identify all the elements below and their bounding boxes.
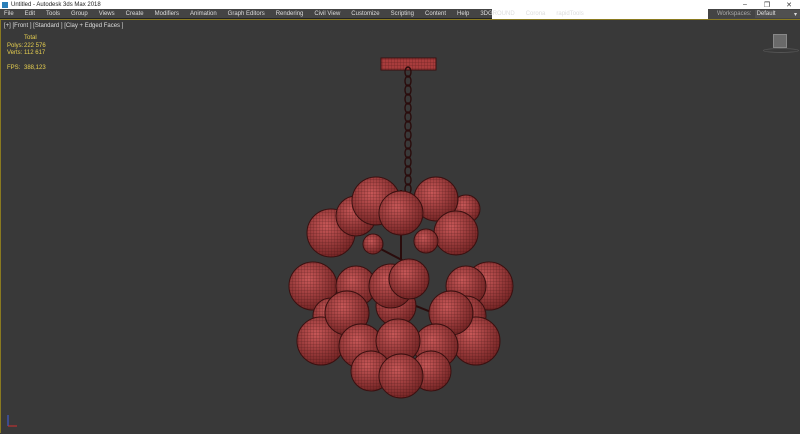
menu-3dground[interactable]: 3DGROUND [480, 11, 514, 17]
workspace-value: Default [756, 11, 776, 17]
viewport-label[interactable]: [+] [Front ] [Standard ] [Clay + Edged F… [4, 23, 123, 29]
menu-group[interactable]: Group [71, 11, 88, 17]
menu-customize[interactable]: Customize [351, 11, 379, 17]
fps-value: 388,123 [24, 64, 46, 71]
menu-edit[interactable]: Edit [25, 11, 35, 17]
workspace-selector: Workspaces: Default ▾ [708, 9, 800, 19]
viewport-stats: Total Polys: 222 576 Verts: 112 617 FPS: 38… [7, 35, 46, 72]
menu-scripting[interactable]: Scripting [391, 11, 414, 17]
polys-value: 222 576 [24, 42, 46, 49]
verts-value: 112 617 [24, 50, 46, 56]
menu-content[interactable]: Content [425, 11, 446, 17]
window-title: Untitled - Autodesk 3ds Max 2018 [11, 1, 101, 8]
menu-corona[interactable]: Corona [526, 11, 546, 17]
verts-label: Verts: [7, 50, 23, 56]
viewcube-ring[interactable] [763, 48, 799, 53]
polys-label: Polys: [7, 42, 24, 49]
menu-create[interactable]: Create [126, 11, 144, 17]
axis-gizmo-icon [7, 415, 17, 427]
title-bar: Untitled - Autodesk 3ds Max 2018 – ❐ ✕ [0, 0, 800, 9]
close-button[interactable]: ✕ [778, 1, 800, 9]
menu-civil-view[interactable]: Civil View [314, 11, 340, 17]
menu-help[interactable]: Help [457, 11, 469, 17]
menu-animation[interactable]: Animation [190, 11, 217, 17]
menu-rendering[interactable]: Rendering [276, 11, 304, 17]
canopy [381, 58, 436, 70]
minimize-button[interactable]: – [734, 1, 756, 9]
viewcube[interactable] [773, 34, 787, 48]
menu-tools[interactable]: Tools [46, 11, 60, 17]
chevron-down-icon: ▾ [793, 11, 797, 18]
menu-bar: File Edit Tools Group Views Create Modifiers An… [0, 9, 800, 19]
chandelier-model[interactable] [1, 20, 800, 434]
menu-file[interactable]: File [4, 11, 14, 17]
app-icon [2, 1, 8, 8]
stats-header: Total [24, 35, 37, 41]
menu-modifiers[interactable]: Modifiers [155, 11, 179, 17]
menu-graph-editors[interactable]: Graph Editors [228, 11, 265, 17]
fps-label: FPS: [7, 64, 21, 71]
restore-button[interactable]: ❐ [756, 1, 778, 9]
workspace-dropdown[interactable]: Default ▾ [754, 10, 800, 18]
workspace-label: Workspaces: [717, 11, 752, 17]
menu-views[interactable]: Views [99, 11, 115, 17]
menu-rapidtools[interactable]: rapidTools [556, 11, 583, 17]
viewport-front[interactable]: [+] [Front ] [Standard ] [Clay + Edged F… [0, 19, 800, 433]
